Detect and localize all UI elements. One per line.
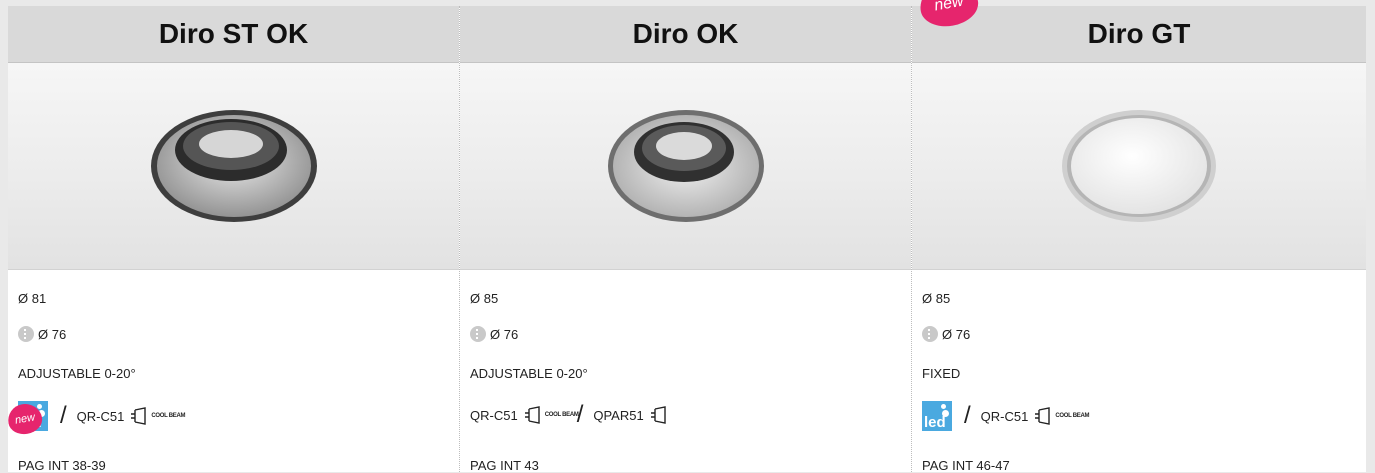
lamp-type-text: QR-C51 [980, 408, 1029, 424]
separator: / [964, 402, 971, 429]
cutout-icon [18, 326, 34, 342]
diameter-text: Ø 85 [470, 291, 499, 306]
mode-text: FIXED [922, 366, 961, 381]
cutout-text: Ø 76 [942, 326, 971, 342]
cool-beam-icon: COOL BEAM [544, 412, 579, 418]
diameter-text: Ø 81 [18, 291, 47, 306]
product-card-diro-gt: Diro GT Ø 85 Ø 76 FIXED led / QR-C51 COO… [912, 6, 1366, 473]
product-image [460, 63, 911, 270]
page-reference: PAG INT 43 [470, 458, 539, 473]
product-title: Diro GT [912, 6, 1366, 63]
lamp-type-text: QR-C51 [76, 408, 125, 424]
lamp-icon [1035, 407, 1051, 425]
lamp-type-text: QR-C51 [470, 407, 518, 423]
product-card-diro-ok: Diro OK Ø 85 Ø 76 ADJUSTABLE 0-20° QR-C5… [460, 6, 912, 473]
cutout-text: Ø 76 [38, 326, 67, 342]
product-title: Diro OK [460, 6, 911, 63]
diameter-text: Ø 85 [922, 291, 951, 306]
mode-text: ADJUSTABLE 0-20° [18, 366, 136, 381]
lamp-options: QR-C51 COOL BEAM / QPAR51 [470, 401, 668, 429]
led-icon: led [922, 401, 952, 431]
cutout-text: Ø 76 [490, 326, 519, 342]
downlight-image [607, 110, 764, 222]
product-title: Diro ST OK [8, 6, 459, 63]
cutout-spec: Ø 76 [18, 326, 66, 342]
downlight-image [1062, 110, 1216, 222]
cutout-icon [922, 326, 938, 342]
cool-beam-icon: COOL BEAM [151, 413, 186, 419]
lamp-icon [650, 406, 666, 424]
product-card-diro-st-ok: Diro ST OK Ø 81 Ø 76 ADJUSTABLE 0-20° / … [8, 6, 460, 473]
cool-beam-icon: COOL BEAM [1055, 413, 1090, 419]
cutout-spec: Ø 76 [922, 326, 970, 342]
product-specs: Ø 81 Ø 76 ADJUSTABLE 0-20° led / QR-C51 … [8, 270, 459, 473]
lamp-options: led / QR-C51 COOL BEAM [922, 401, 1090, 431]
downlight-image [150, 110, 317, 222]
product-image [8, 63, 459, 270]
lamp-icon [131, 407, 147, 425]
cutout-spec: Ø 76 [470, 326, 518, 342]
lamp-type-text-2: QPAR51 [593, 407, 644, 423]
lamp-icon [524, 406, 540, 424]
page-reference: PAG INT 38-39 [18, 458, 106, 473]
product-image [912, 63, 1366, 270]
page-reference: PAG INT 46-47 [922, 458, 1010, 473]
product-specs: Ø 85 Ø 76 ADJUSTABLE 0-20° QR-C51 COOL B… [460, 270, 911, 473]
mode-text: ADJUSTABLE 0-20° [470, 366, 588, 381]
cutout-icon [470, 326, 486, 342]
separator: / [60, 402, 67, 429]
separator: / [576, 401, 584, 428]
product-grid: Diro ST OK Ø 81 Ø 76 ADJUSTABLE 0-20° / … [8, 6, 1366, 473]
product-specs: Ø 85 Ø 76 FIXED led / QR-C51 COOL BEAM P… [912, 270, 1366, 473]
